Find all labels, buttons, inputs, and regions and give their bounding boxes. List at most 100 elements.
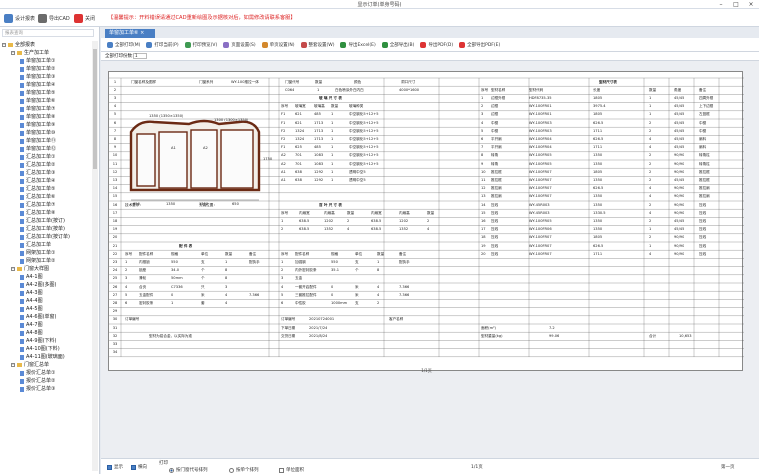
profile-cell: 压线: [699, 202, 707, 207]
expand-toggle-icon[interactable]: -: [11, 267, 15, 271]
report-toolbar-button[interactable]: 全部导出PDF(E): [459, 41, 500, 48]
sidebar-item[interactable]: A4-9图(下料): [0, 337, 92, 345]
sidebar-item[interactable]: 单窗加工单⑨: [0, 121, 92, 129]
sidebar-item[interactable]: - 门窗汇总单: [0, 361, 92, 369]
print-copies-input[interactable]: 1: [133, 53, 147, 59]
sidebar-item[interactable]: A4-1图: [0, 273, 92, 281]
report-toolbar-button[interactable]: 整套设置(W): [300, 41, 334, 48]
design-report-button[interactable]: 设计报表: [4, 12, 35, 24]
sidebar-item-label: 汇总加工单⑧: [26, 210, 56, 216]
maximize-icon[interactable]: □: [729, 0, 743, 9]
sidebar-item[interactable]: A4-10图(下料): [0, 345, 92, 353]
sidebar-item[interactable]: 网架加工单①: [0, 249, 92, 257]
sidebar-item[interactable]: 汇总加工单⑧: [0, 209, 92, 217]
louver-cell: 4: [347, 227, 350, 232]
sidebar-item[interactable]: 单窗加工单②: [0, 65, 92, 73]
profile-cell: 1350: [593, 227, 603, 232]
sidebar-item[interactable]: 单窗加工单①: [0, 57, 92, 65]
landscape-checkbox[interactable]: 横向: [131, 464, 147, 470]
first-page-button[interactable]: 第一页: [721, 464, 735, 470]
sidebar-item[interactable]: A4-8图: [0, 329, 92, 337]
sidebar-item[interactable]: 汇总加工单②: [0, 161, 92, 169]
glass-cell: 1: [331, 169, 334, 174]
sidebar-item[interactable]: 单窗加工单⑩: [0, 129, 92, 137]
profile-cell: 1711: [593, 251, 603, 256]
expand-toggle-icon[interactable]: -: [11, 363, 15, 367]
scrollbar-thumb[interactable]: [93, 49, 97, 169]
profile-col-header: 数量: [649, 87, 657, 92]
sidebar-item[interactable]: 报价汇总单③: [0, 385, 92, 393]
tab-active-report[interactable]: 单窗加工单⑥ ×: [105, 29, 155, 38]
sidebar-scrollbar[interactable]: [92, 41, 98, 471]
sidebar-item-label: 单窗加工单⑤: [26, 90, 56, 96]
export-cad-button[interactable]: 导出CAD: [38, 12, 70, 24]
sidebar-item[interactable]: 单窗加工单⑦: [0, 105, 92, 113]
sidebar-item[interactable]: 汇总加工单③: [0, 169, 92, 177]
sidebar-item[interactable]: A4-5图: [0, 305, 92, 313]
sidebar-item[interactable]: 单窗加工单⑧: [0, 113, 92, 121]
sidebar-item[interactable]: 报价汇总单②: [0, 377, 92, 385]
sidebar-item[interactable]: 汇总加工单(按订单): [0, 233, 92, 241]
sidebar-item[interactable]: 单窗加工单⑪: [0, 137, 92, 145]
close-window-icon[interactable]: ×: [744, 0, 758, 9]
sidebar-item[interactable]: A4-11图(玻璃面): [0, 353, 92, 361]
sidebar-item[interactable]: A4-2图(多图): [0, 281, 92, 289]
sidebar-item[interactable]: A4-4图: [0, 297, 92, 305]
sidebar-item[interactable]: - 门窗大样图: [0, 265, 92, 273]
show-checkbox[interactable]: 显示: [107, 464, 123, 470]
sidebar-item[interactable]: - 全部报表: [0, 41, 92, 49]
header-code-value: C064: [285, 87, 295, 92]
profile-cell: WY-100FR04: [529, 145, 552, 150]
report-toolbar-button[interactable]: 单页设置(N): [261, 41, 295, 48]
report-toolbar-button[interactable]: 全部导出(B): [381, 41, 414, 48]
sidebar-item[interactable]: 汇总加工单④: [0, 177, 92, 185]
minimize-icon[interactable]: –: [714, 0, 728, 9]
sidebar-item[interactable]: 汇总加工单①: [0, 153, 92, 161]
report-toolbar-button[interactable]: 打印预览(V): [184, 41, 217, 48]
glass-cell: 1292: [314, 177, 324, 182]
report-toolbar-button[interactable]: 导出PDF(D): [420, 41, 453, 48]
sidebar-item[interactable]: A4-7图: [0, 321, 92, 329]
accessory2-cell: 加强钢: [295, 259, 306, 264]
sidebar-item[interactable]: 网架加工单②: [0, 257, 92, 265]
order-radio[interactable]: 按门窗代号排列: [169, 467, 208, 473]
single-radio[interactable]: 按单个排列: [229, 467, 259, 473]
sidebar-item[interactable]: 单窗加工单⑥: [0, 97, 92, 105]
sidebar-item[interactable]: A4-3图: [0, 289, 92, 297]
report-search-input[interactable]: 报表查询: [2, 29, 94, 37]
expand-toggle-icon[interactable]: -: [2, 43, 6, 47]
sidebar-item[interactable]: A4-6图(单窗): [0, 313, 92, 321]
report-toolbar-button[interactable]: 导出Excel(E): [340, 41, 376, 48]
report-toolbar-button[interactable]: 页面设置(S): [223, 41, 256, 48]
sidebar-item[interactable]: 汇总加工单⑥: [0, 193, 92, 201]
report-toolbar-button[interactable]: 全部打印(M): [107, 41, 140, 48]
sidebar-item[interactable]: 汇总加工单(按订): [0, 217, 92, 225]
sidebar-item[interactable]: 报价汇总单①: [0, 369, 92, 377]
sidebar-item[interactable]: 单窗加工单③: [0, 73, 92, 81]
profile-cell: 9: [481, 161, 484, 166]
profile-cell: 边框: [491, 112, 499, 117]
sidebar-item[interactable]: 单窗加工单⑤: [0, 89, 92, 97]
accessory2-cell: 一套开启配件: [295, 284, 317, 289]
louver-cell: 1352: [324, 227, 334, 232]
row-number: 23: [112, 259, 118, 264]
glass-cell: F2: [281, 136, 286, 141]
profile-cell: 2: [649, 120, 652, 125]
sidebar-item-label: 全部报表: [15, 42, 36, 48]
sidebar-item[interactable]: 汇总加工单: [0, 241, 92, 249]
order-radio-label: 按门窗代号排列: [176, 468, 208, 473]
report-toolbar-button[interactable]: 打印当前(P): [146, 41, 179, 48]
sidebar-item[interactable]: - 生产加工单: [0, 49, 92, 57]
sidebar-item[interactable]: 单窗加工单④: [0, 81, 92, 89]
close-button[interactable]: 关闭: [74, 12, 95, 24]
profile-cell: 转角柱: [699, 161, 710, 166]
sidebar-item[interactable]: 单窗加工单⑫: [0, 145, 92, 153]
profile-cell: WY-100FR03: [529, 128, 552, 133]
sidebar-item[interactable]: 汇总加工单⑦: [0, 201, 92, 209]
expand-toggle-icon[interactable]: -: [11, 51, 15, 55]
accessory2-cell: 8: [377, 268, 380, 273]
sidebar-item[interactable]: 汇总加工单(按单): [0, 225, 92, 233]
report-file-icon: [20, 290, 24, 296]
area-checkbox[interactable]: 单位面积: [279, 467, 304, 473]
sidebar-item[interactable]: 汇总加工单⑤: [0, 185, 92, 193]
